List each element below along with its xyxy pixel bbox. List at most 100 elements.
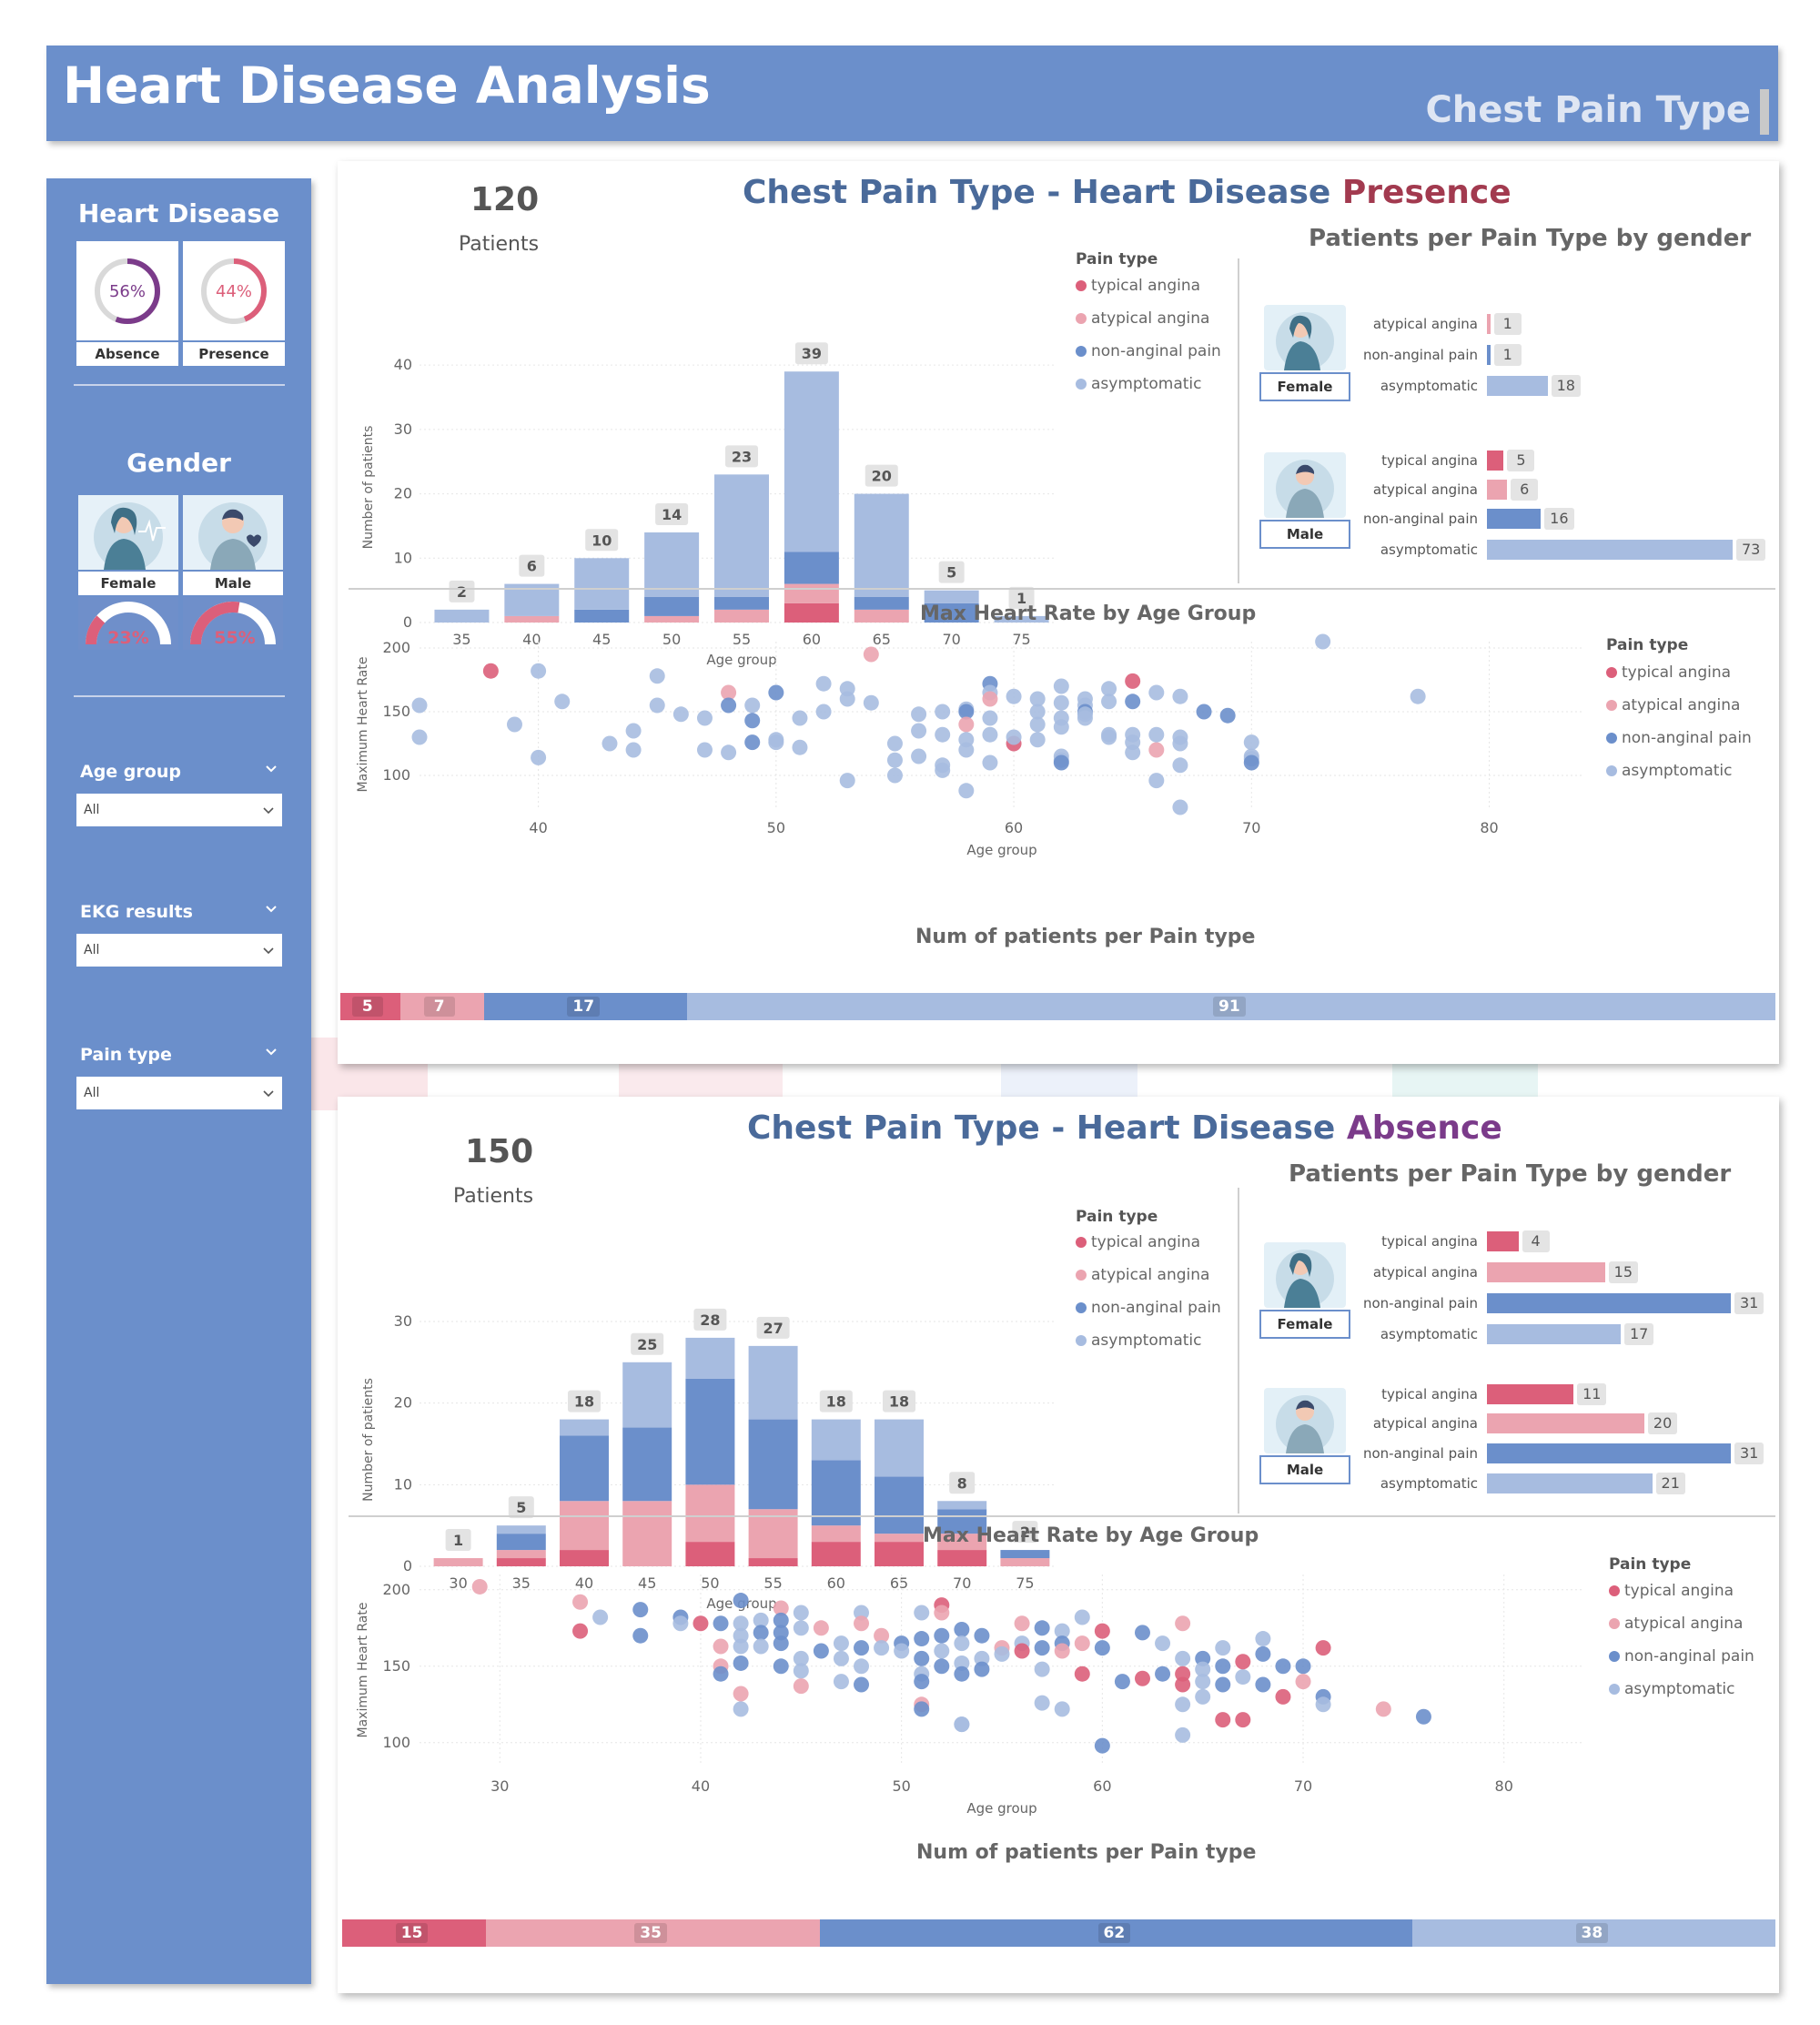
- scatter-point-non-anginal-pain[interactable]: [744, 713, 761, 729]
- bar-segment-asymptomatic[interactable]: [784, 371, 839, 552]
- scatter-point-typical-angina[interactable]: [1175, 1676, 1191, 1693]
- male-bar-atypical-angina[interactable]: [1487, 1413, 1644, 1433]
- scatter-point-asymptomatic[interactable]: [1172, 799, 1188, 815]
- scatter-point-non-anginal-pain[interactable]: [773, 1635, 789, 1652]
- scatter-point-asymptomatic[interactable]: [793, 1663, 809, 1679]
- scatter-point-asymptomatic[interactable]: [792, 710, 808, 726]
- scatter-point-non-anginal-pain[interactable]: [1034, 1620, 1050, 1636]
- scatter-point-asymptomatic[interactable]: [1034, 1661, 1050, 1677]
- legend-typical-angina[interactable]: typical angina: [1609, 1582, 1734, 1600]
- scatter-point-non-anginal-pain[interactable]: [1125, 694, 1141, 710]
- scatter-point-non-anginal-pain[interactable]: [914, 1701, 930, 1717]
- scatter-point-asymptomatic[interactable]: [733, 1638, 749, 1655]
- scatter-point-asymptomatic[interactable]: [672, 1615, 689, 1632]
- bar-segment-atypical-angina[interactable]: [504, 615, 560, 623]
- strip-segment-non-anginal-pain[interactable]: 17: [483, 993, 688, 1020]
- scatter-point-asymptomatic[interactable]: [863, 694, 879, 711]
- scatter-point-atypical-angina[interactable]: [1054, 1643, 1070, 1659]
- scatter-point-non-anginal-pain[interactable]: [1196, 704, 1212, 720]
- scatter-point-asymptomatic[interactable]: [1053, 694, 1069, 711]
- strip-segment-asymptomatic[interactable]: 38: [1412, 1919, 1775, 1947]
- scatter-point-atypical-angina[interactable]: [1074, 1635, 1090, 1652]
- scatter-point-typical-angina[interactable]: [693, 1615, 709, 1632]
- female-bar-atypical-angina[interactable]: [1487, 1262, 1605, 1282]
- legend-typical-angina[interactable]: typical angina: [1076, 277, 1200, 295]
- age-group-dropdown[interactable]: All: [76, 794, 282, 826]
- scatter-point-non-anginal-pain[interactable]: [1215, 1658, 1231, 1675]
- scatter-point-non-anginal-pain[interactable]: [1034, 1640, 1050, 1656]
- scatter-point-non-anginal-pain[interactable]: [1415, 1708, 1431, 1725]
- scatter-point-typical-angina[interactable]: [1315, 1640, 1331, 1656]
- scatter-point-non-anginal-pain[interactable]: [768, 684, 784, 701]
- bar-segment-asymptomatic[interactable]: [560, 1419, 609, 1436]
- scatter-point-asymptomatic[interactable]: [1101, 729, 1117, 745]
- scatter-point-asymptomatic[interactable]: [914, 1605, 930, 1621]
- scatter-point-asymptomatic[interactable]: [1077, 710, 1093, 726]
- scatter-point-asymptomatic[interactable]: [411, 729, 428, 745]
- legend-atypical-angina[interactable]: atypical angina: [1609, 1615, 1743, 1633]
- bar-segment-non-anginal-pain[interactable]: [622, 1427, 672, 1502]
- scatter-point-asymptomatic[interactable]: [1175, 1696, 1191, 1713]
- bar-segment-non-anginal-pain[interactable]: [685, 1378, 735, 1485]
- scatter-point-asymptomatic[interactable]: [733, 1701, 749, 1717]
- male-bar-typical-angina[interactable]: [1487, 1384, 1574, 1404]
- scatter-point-asymptomatic[interactable]: [1074, 1609, 1090, 1625]
- bar-segment-non-anginal-pain[interactable]: [748, 1419, 798, 1510]
- bar-segment-asymptomatic[interactable]: [924, 590, 979, 603]
- strip-segment-non-anginal-pain[interactable]: 62: [820, 1919, 1412, 1947]
- male-bar-non-anginal-pain[interactable]: [1487, 1443, 1731, 1463]
- scatter-point-asymptomatic[interactable]: [911, 706, 927, 723]
- legend-asymptomatic[interactable]: asymptomatic: [1076, 1331, 1201, 1350]
- scatter-point-asymptomatic[interactable]: [982, 754, 998, 771]
- scatter-point-non-anginal-pain[interactable]: [1219, 707, 1236, 724]
- scatter-point-atypical-angina[interactable]: [572, 1594, 589, 1610]
- female-bar-asymptomatic[interactable]: [1487, 376, 1548, 396]
- scatter-point-atypical-angina[interactable]: [958, 716, 975, 733]
- legend-non-anginal-pain[interactable]: non-anginal pain: [1076, 342, 1221, 360]
- legend-atypical-angina[interactable]: atypical angina: [1606, 696, 1740, 714]
- scatter-point-non-anginal-pain[interactable]: [1155, 1666, 1171, 1682]
- scatter-point-asymptomatic[interactable]: [753, 1638, 769, 1655]
- pain-type-dropdown[interactable]: All: [76, 1077, 282, 1109]
- scatter-point-asymptomatic[interactable]: [1172, 757, 1188, 774]
- bar-segment-asymptomatic[interactable]: [748, 1345, 798, 1420]
- scatter-point-non-anginal-pain[interactable]: [813, 1643, 829, 1659]
- scatter-point-asymptomatic[interactable]: [1315, 1696, 1331, 1713]
- scatter-point-asymptomatic[interactable]: [768, 734, 784, 751]
- chevron-down-icon[interactable]: [265, 763, 278, 775]
- scatter-point-asymptomatic[interactable]: [958, 742, 975, 758]
- scatter-point-typical-angina[interactable]: [1215, 1712, 1231, 1728]
- male-bar-atypical-angina[interactable]: [1487, 480, 1508, 500]
- scatter-point-asymptomatic[interactable]: [506, 716, 522, 733]
- female-bar-typical-angina[interactable]: [1487, 1231, 1519, 1251]
- scatter-point-asymptomatic[interactable]: [1148, 726, 1165, 743]
- bar-segment-atypical-angina[interactable]: [784, 583, 839, 603]
- bar-segment-non-anginal-pain[interactable]: [854, 596, 909, 610]
- scatter-point-asymptomatic[interactable]: [1195, 1688, 1211, 1705]
- scatter-point-asymptomatic[interactable]: [696, 742, 713, 758]
- strip-segment-asymptomatic[interactable]: 91: [687, 993, 1775, 1020]
- scatter-point-non-anginal-pain[interactable]: [1255, 1645, 1271, 1662]
- scatter-point-asymptomatic[interactable]: [649, 697, 665, 714]
- scatter-point-asymptomatic[interactable]: [1243, 734, 1259, 751]
- scatter-point-asymptomatic[interactable]: [411, 697, 428, 714]
- scatter-point-asymptomatic[interactable]: [833, 1674, 849, 1690]
- scatter-point-non-anginal-pain[interactable]: [914, 1674, 930, 1690]
- bar-segment-asymptomatic[interactable]: [937, 1501, 987, 1510]
- scatter-point-atypical-angina[interactable]: [1014, 1615, 1030, 1632]
- legend-asymptomatic[interactable]: asymptomatic: [1606, 762, 1732, 780]
- scatter-point-asymptomatic[interactable]: [886, 752, 903, 768]
- bar-segment-asymptomatic[interactable]: [685, 1337, 735, 1379]
- scatter-point-non-anginal-pain[interactable]: [974, 1627, 990, 1644]
- scatter-point-asymptomatic[interactable]: [625, 742, 642, 758]
- scatter-point-non-anginal-pain[interactable]: [1094, 1737, 1110, 1754]
- scatter-point-asymptomatic[interactable]: [1215, 1640, 1231, 1656]
- scatter-point-asymptomatic[interactable]: [894, 1643, 910, 1659]
- scatter-point-asymptomatic[interactable]: [874, 1640, 890, 1656]
- scatter-point-asymptomatic[interactable]: [1148, 773, 1165, 789]
- scatter-point-asymptomatic[interactable]: [672, 706, 689, 723]
- scatter-point-asymptomatic[interactable]: [649, 668, 665, 684]
- scatter-point-asymptomatic[interactable]: [833, 1650, 849, 1666]
- scatter-point-asymptomatic[interactable]: [954, 1716, 970, 1733]
- ekg-results-dropdown[interactable]: All: [76, 934, 282, 967]
